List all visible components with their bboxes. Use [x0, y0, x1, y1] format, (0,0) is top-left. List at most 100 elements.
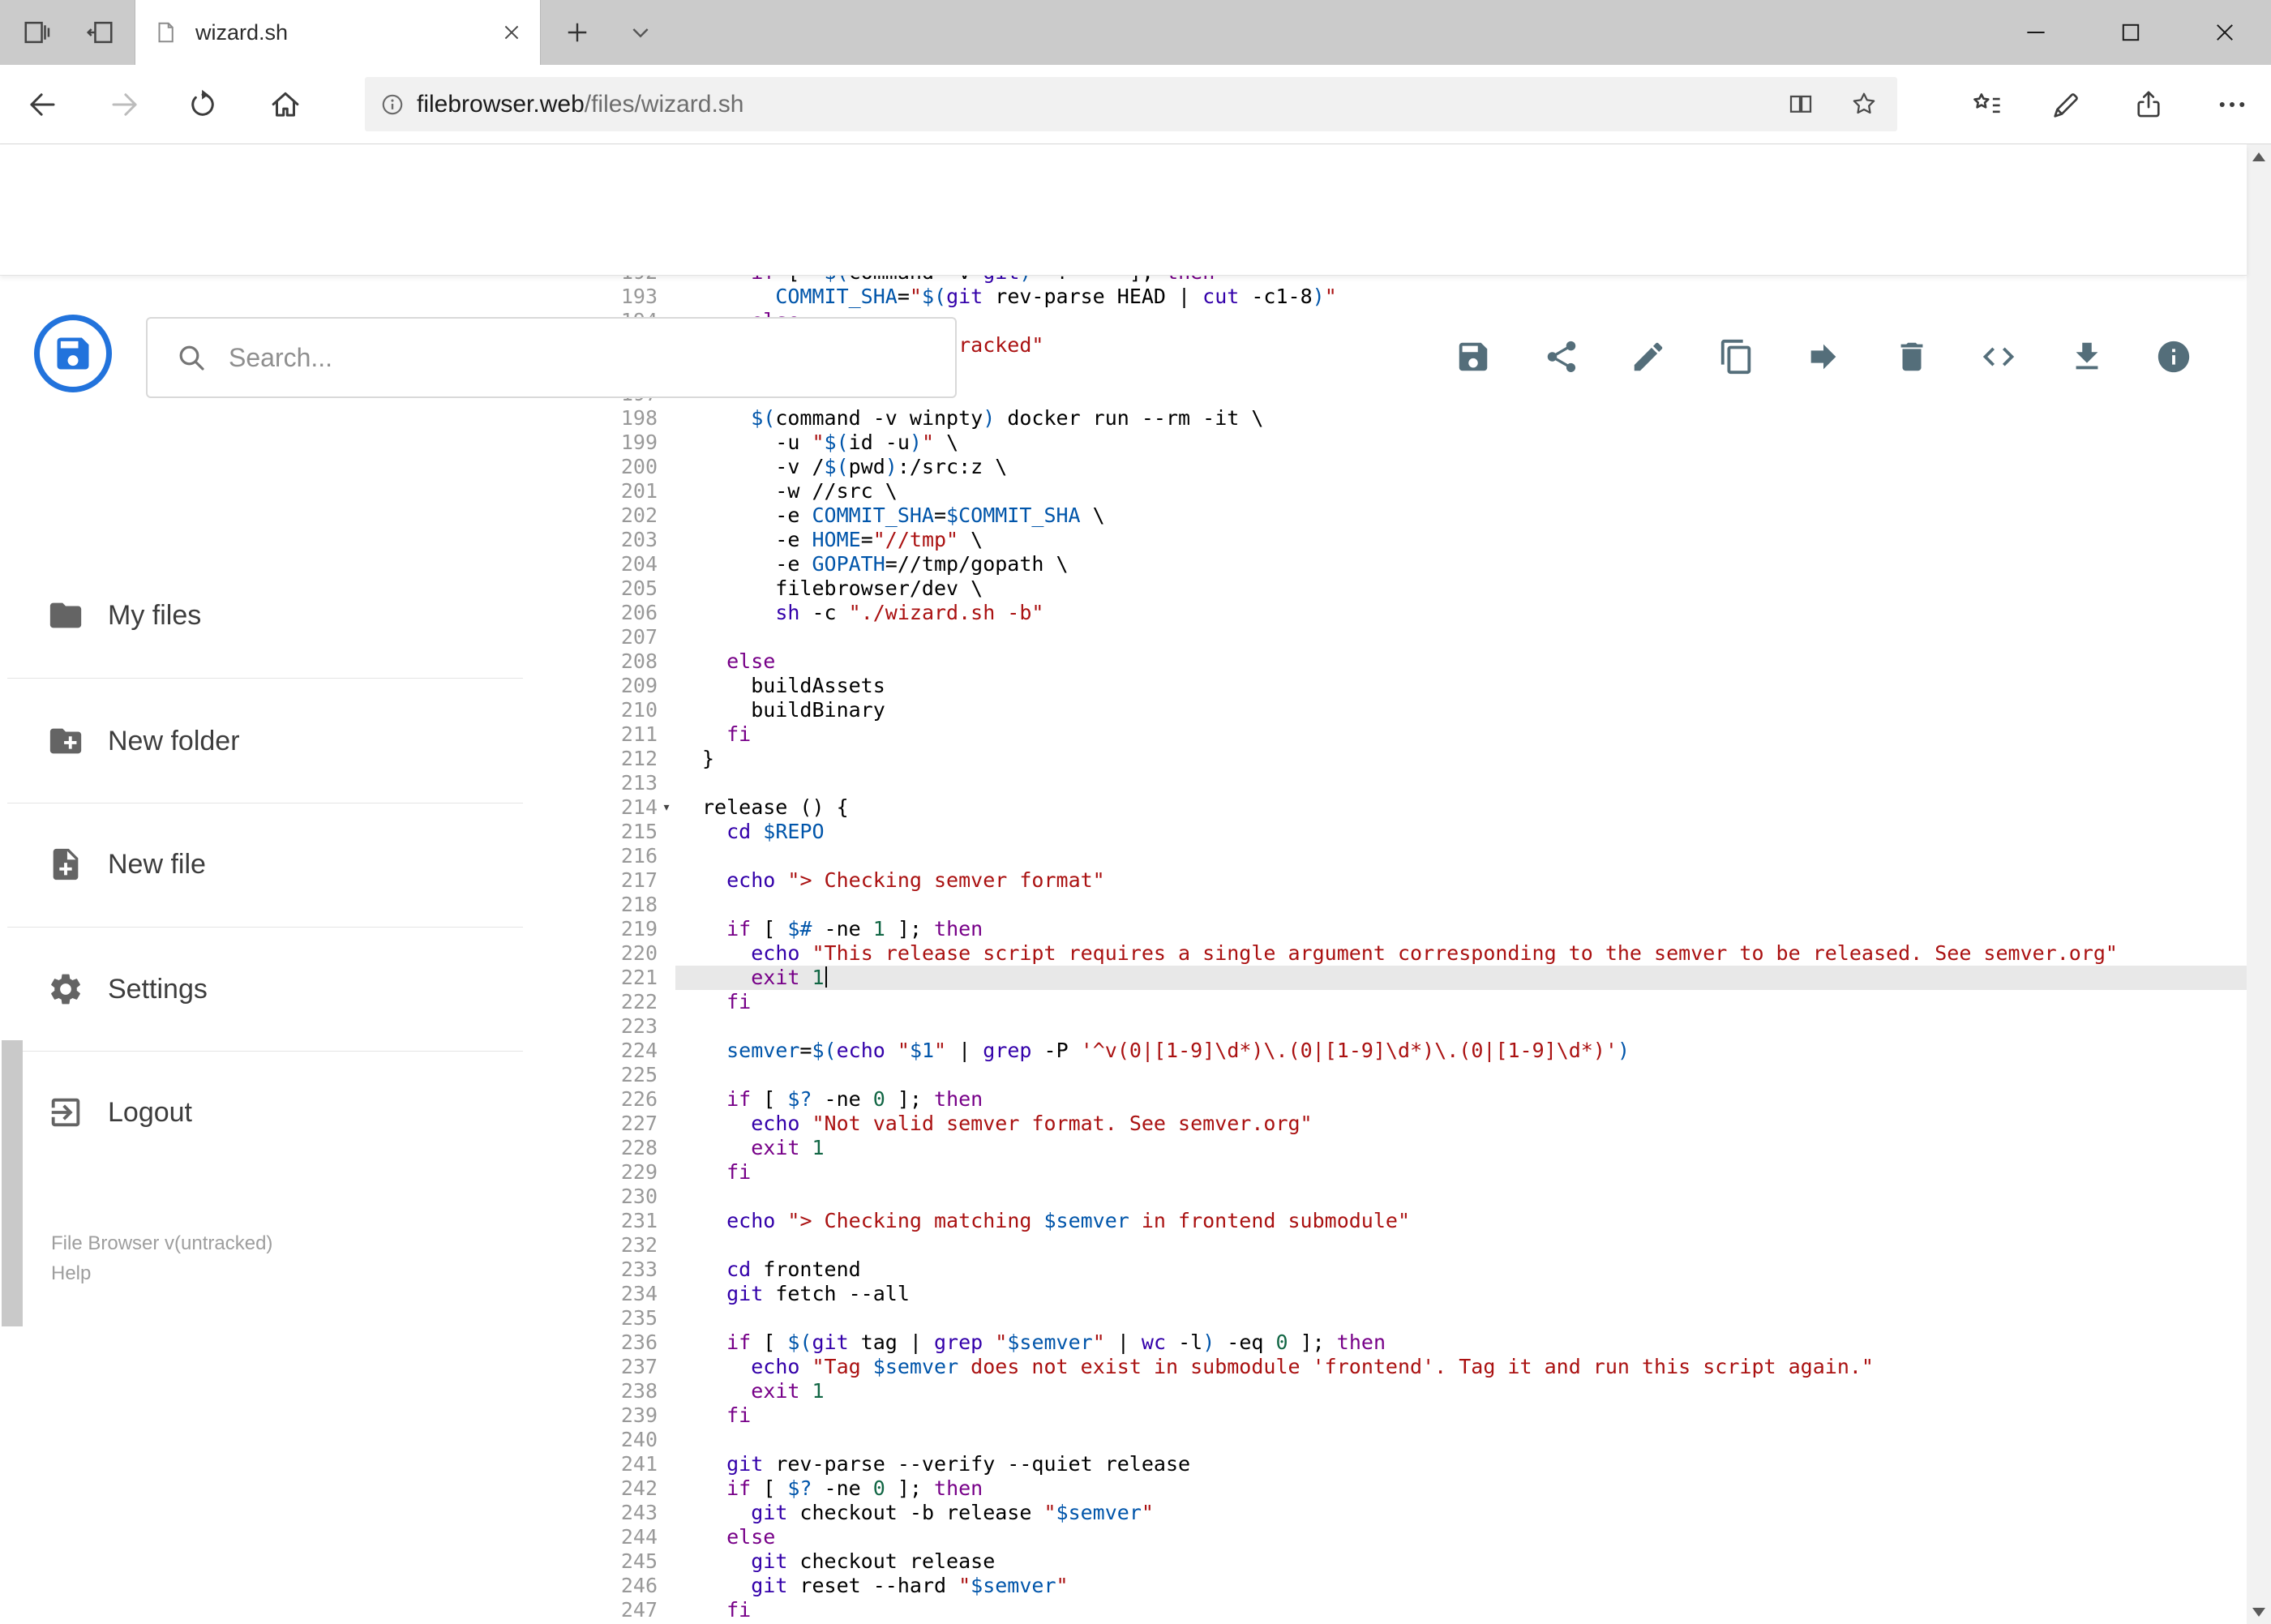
code-line[interactable]: 210 buildBinary: [586, 698, 2247, 722]
edit-button[interactable]: [1627, 336, 1669, 378]
delete-button[interactable]: [1891, 336, 1933, 378]
forward-icon[interactable]: [107, 87, 143, 122]
code-line[interactable]: 247 fi: [586, 1598, 2247, 1622]
code-editor[interactable]: 192 if [ "$(command -v git)" != "" ]; th…: [586, 275, 2247, 1624]
browser-tab[interactable]: wizard.sh: [135, 0, 541, 65]
code-line[interactable]: 201 -w //src \: [586, 479, 2247, 503]
more-options-icon[interactable]: [2213, 87, 2252, 122]
tab-close-icon[interactable]: [501, 22, 522, 43]
search-input[interactable]: Search...: [146, 317, 957, 398]
raw-code-button[interactable]: [1977, 336, 2020, 378]
move-button[interactable]: [1802, 336, 1845, 378]
code-line[interactable]: 204 -e GOPATH=//tmp/gopath \: [586, 552, 2247, 576]
help-link[interactable]: Help: [51, 1258, 272, 1288]
code-line[interactable]: 203 -e HOME="//tmp" \: [586, 528, 2247, 552]
code-line[interactable]: 229 fi: [586, 1160, 2247, 1185]
share-file-button[interactable]: [1540, 336, 1583, 378]
filebrowser-logo[interactable]: [34, 315, 112, 392]
scroll-up-arrow-icon[interactable]: [2247, 144, 2271, 169]
code-line[interactable]: 244 else: [586, 1525, 2247, 1549]
code-line[interactable]: 200 -v /$(pwd):/src:z \: [586, 455, 2247, 479]
code-line[interactable]: 226 if [ $? -ne 0 ]; then: [586, 1087, 2247, 1112]
favorite-star-icon[interactable]: [1849, 89, 1882, 120]
code-line[interactable]: 214 ▾ release () {: [586, 795, 2247, 820]
code-text: -w //src \: [702, 479, 898, 503]
set-tabs-aside-icon[interactable]: [75, 0, 124, 65]
code-line[interactable]: 235: [586, 1306, 2247, 1330]
code-line[interactable]: 192 if [ "$(command -v git)" != "" ]; th…: [586, 275, 2247, 285]
code-line[interactable]: 193 COMMIT_SHA="$(git rev-parse HEAD | c…: [586, 285, 2247, 309]
line-number: 216: [620, 844, 658, 868]
tabs-set-aside-list-icon[interactable]: [13, 0, 62, 65]
code-line[interactable]: 205 filebrowser/dev \: [586, 576, 2247, 601]
code-line[interactable]: 217 echo "> Checking semver format": [586, 868, 2247, 893]
sidebar-item-logout[interactable]: Logout: [0, 1076, 586, 1149]
sidebar-item-new-file[interactable]: New file: [0, 828, 586, 901]
refresh-icon[interactable]: [185, 87, 221, 122]
line-number: 213: [620, 771, 658, 795]
code-line[interactable]: 246 git reset --hard "$semver": [586, 1574, 2247, 1598]
code-line[interactable]: 198 $(command -v winpty) docker run --rm…: [586, 406, 2247, 431]
info-button[interactable]: [2153, 336, 2195, 378]
code-line[interactable]: 208 else: [586, 649, 2247, 674]
page-info-icon[interactable]: [379, 92, 405, 118]
reading-view-icon[interactable]: [1786, 89, 1819, 120]
new-tab-button[interactable]: [553, 0, 602, 65]
save-button[interactable]: [1452, 336, 1494, 378]
sidebar-item-settings[interactable]: Settings: [0, 953, 586, 1026]
code-line[interactable]: 231 echo "> Checking matching $semver in…: [586, 1209, 2247, 1233]
home-icon[interactable]: [268, 87, 303, 122]
code-line[interactable]: 216: [586, 844, 2247, 868]
code-line[interactable]: 224 semver=$(echo "$1" | grep -P '^v(0|[…: [586, 1039, 2247, 1063]
page-scrollbar[interactable]: [2247, 144, 2271, 1624]
code-line[interactable]: 209 buildAssets: [586, 674, 2247, 698]
hub-favorites-icon[interactable]: [1967, 87, 2006, 122]
code-line[interactable]: 237 echo "Tag $semver does not exist in …: [586, 1355, 2247, 1379]
share-icon[interactable]: [2129, 87, 2168, 122]
code-line[interactable]: 242 if [ $? -ne 0 ]; then: [586, 1476, 2247, 1501]
fold-arrow-icon[interactable]: ▾: [658, 795, 675, 820]
scrollbar-thumb[interactable]: [2, 1040, 23, 1326]
scroll-down-arrow-icon[interactable]: [2247, 1600, 2271, 1624]
code-line[interactable]: 202 -e COMMIT_SHA=$COMMIT_SHA \: [586, 503, 2247, 528]
address-bar[interactable]: filebrowser.web/files/wizard.sh: [365, 77, 1897, 131]
code-line[interactable]: 236 if [ $(git tag | grep "$semver" | wc…: [586, 1330, 2247, 1355]
sidebar-item-my-files[interactable]: My files: [0, 579, 586, 652]
line-number: 211: [620, 722, 658, 746]
code-line[interactable]: 211 fi: [586, 722, 2247, 747]
code-line[interactable]: 239 fi: [586, 1403, 2247, 1428]
code-line[interactable]: 207: [586, 625, 2247, 649]
code-line[interactable]: 223: [586, 1014, 2247, 1039]
code-line[interactable]: 221 exit 1: [586, 966, 2247, 990]
web-note-pen-icon[interactable]: [2047, 87, 2086, 122]
code-line[interactable]: 215 cd $REPO: [586, 820, 2247, 844]
window-close-button[interactable]: [2178, 0, 2271, 65]
code-line[interactable]: 227 echo "Not valid semver format. See s…: [586, 1112, 2247, 1136]
code-line[interactable]: 225: [586, 1063, 2247, 1087]
code-line[interactable]: 245 git checkout release: [586, 1549, 2247, 1574]
window-maximize-button[interactable]: [2083, 0, 2178, 65]
code-line[interactable]: 243 git checkout -b release "$semver": [586, 1501, 2247, 1525]
code-line[interactable]: 213: [586, 771, 2247, 795]
code-line[interactable]: 230: [586, 1185, 2247, 1209]
code-line[interactable]: 218: [586, 893, 2247, 917]
code-line[interactable]: 206 sh -c "./wizard.sh -b": [586, 601, 2247, 625]
code-line[interactable]: 222 fi: [586, 990, 2247, 1014]
code-line[interactable]: 240: [586, 1428, 2247, 1452]
tab-preview-chevron-icon[interactable]: [616, 0, 665, 65]
code-line[interactable]: 199 -u "$(id -u)" \: [586, 431, 2247, 455]
code-line[interactable]: 228 exit 1: [586, 1136, 2247, 1160]
back-icon[interactable]: [24, 87, 60, 122]
code-line[interactable]: 233 cd frontend: [586, 1258, 2247, 1282]
code-line[interactable]: 234 git fetch --all: [586, 1282, 2247, 1306]
code-line[interactable]: 232: [586, 1233, 2247, 1258]
sidebar-item-new-folder[interactable]: New folder: [0, 705, 586, 778]
window-minimize-button[interactable]: [1989, 0, 2083, 65]
code-line[interactable]: 238 exit 1: [586, 1379, 2247, 1403]
code-line[interactable]: 212}: [586, 747, 2247, 771]
download-button[interactable]: [2066, 336, 2108, 378]
code-line[interactable]: 219 if [ $# -ne 1 ]; then: [586, 917, 2247, 941]
code-line[interactable]: 241 git rev-parse --verify --quiet relea…: [586, 1452, 2247, 1476]
copy-button[interactable]: [1716, 336, 1758, 378]
code-line[interactable]: 220 echo "This release script requires a…: [586, 941, 2247, 966]
